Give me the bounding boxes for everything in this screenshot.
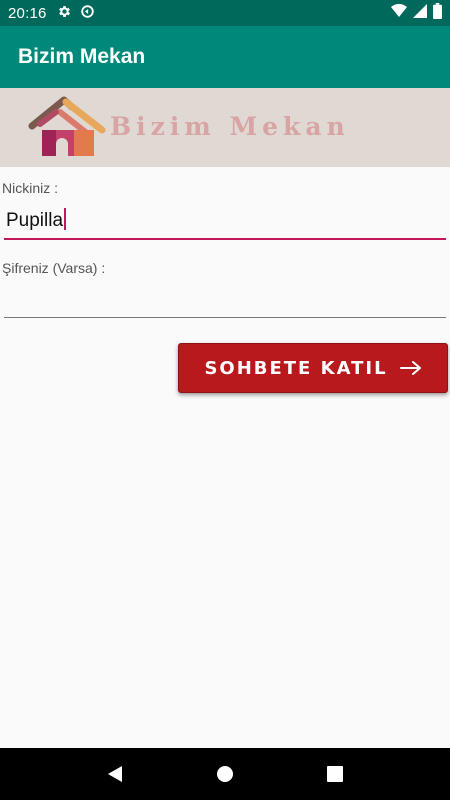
app-title: Bizim Mekan [18,45,146,68]
banner: Bizim Mekan [0,88,450,167]
password-input[interactable] [4,288,446,318]
back-icon[interactable] [95,754,135,794]
home-icon[interactable] [205,754,245,794]
status-time: 20:16 [8,4,47,22]
nick-input[interactable]: Pupilla [4,208,446,240]
wifi-icon [391,3,407,22]
nick-value: Pupilla [6,210,64,231]
status-bar: 20:16 [0,0,450,26]
app-bar: Bizim Mekan [0,26,450,88]
text-cursor [64,208,67,230]
password-label: Şifreniz (Varsa) : [2,260,106,276]
signal-icon [413,4,427,22]
arrow-right-icon [399,361,422,375]
nick-label: Nickiniz : [2,180,59,196]
battery-icon [433,3,442,23]
navigation-bar [0,748,450,800]
data-saver-icon [80,4,95,23]
banner-text: Bizim Mekan [110,112,350,141]
join-chat-button[interactable]: SOHBETE KATIL [178,343,448,393]
house-logo [28,96,106,156]
recents-icon[interactable] [315,754,355,794]
join-chat-button-label: SOHBETE KATIL [204,357,388,379]
gear-icon [57,4,72,23]
